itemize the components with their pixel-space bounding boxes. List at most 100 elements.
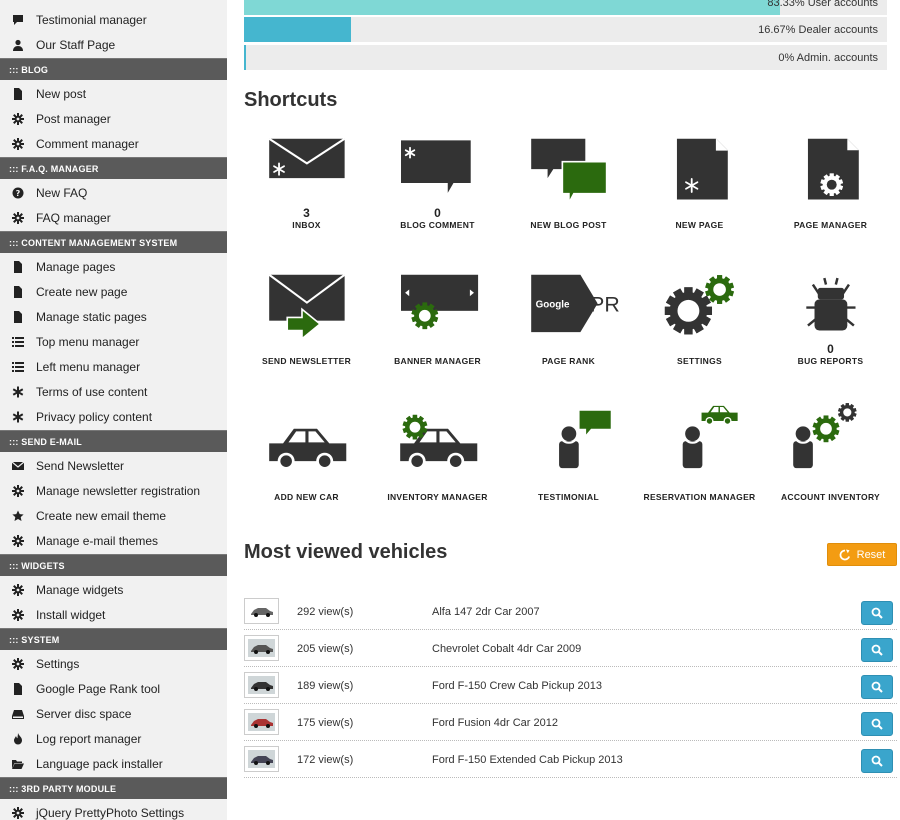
shortcut-label: ADD NEW CAR: [274, 492, 339, 502]
progress-fill: [244, 17, 352, 42]
file-icon: [11, 285, 25, 299]
google-logo-text: Google: [536, 300, 570, 311]
sidebar-item-label: Terms of use content: [36, 384, 148, 399]
shortcut-new-blog-post[interactable]: NEW BLOG POST: [503, 124, 634, 230]
shortcut-page-manager[interactable]: PAGE MANAGER: [765, 124, 896, 230]
shortcut-count: 3: [303, 206, 310, 220]
sidebar-item[interactable]: ? New FAQ: [0, 180, 227, 205]
sidebar-item[interactable]: Settings: [0, 651, 227, 676]
page-manager-icon: [807, 138, 859, 200]
sidebar-item[interactable]: New post: [0, 81, 227, 106]
view-vehicle-button[interactable]: [861, 749, 893, 773]
shortcuts-title: Shortcuts: [244, 89, 338, 111]
shortcut-blog-comment[interactable]: 0 BLOG COMMENT: [372, 124, 503, 230]
vehicle-thumbnail[interactable]: [244, 635, 279, 661]
folder-open-icon: [11, 757, 25, 771]
sidebar-item[interactable]: Post manager: [0, 106, 227, 131]
sidebar-item[interactable]: Server disc space: [0, 701, 227, 726]
sidebar-item[interactable]: Privacy policy content: [0, 404, 227, 429]
sidebar-item-label: Top menu manager: [36, 334, 140, 349]
testimonial-icon: [558, 410, 611, 469]
vehicle-name: Ford Fusion 4dr Car 2012: [432, 716, 558, 729]
shortcut-banner-manager[interactable]: BANNER MANAGER: [372, 260, 503, 366]
sidebar-item[interactable]: Manage newsletter registration: [0, 478, 227, 503]
sidebar-item[interactable]: FAQ manager: [0, 205, 227, 230]
view-vehicle-button[interactable]: [861, 712, 893, 736]
settings-icon: [664, 275, 735, 335]
sidebar: Testimonial manager Our Staff Page::: BLO…: [0, 0, 227, 820]
sidebar-section-header: ::: SEND E-MAIL: [0, 430, 227, 452]
sidebar-item[interactable]: Comment manager: [0, 131, 227, 156]
sidebar-item[interactable]: Our Staff Page: [0, 32, 227, 57]
shortcut-label: SETTINGS: [677, 356, 722, 366]
shortcut-new-page[interactable]: NEW PAGE: [634, 124, 765, 230]
shortcut-bug-reports[interactable]: 0 BUG REPORTS: [765, 260, 896, 366]
gear-icon: [11, 534, 25, 548]
sidebar-item[interactable]: Send Newsletter: [0, 453, 227, 478]
shortcut-label: PAGE MANAGER: [793, 220, 868, 230]
vehicle-thumbnail[interactable]: [244, 709, 279, 735]
sidebar-item[interactable]: Manage widgets: [0, 577, 227, 602]
file-icon: [11, 682, 25, 696]
reset-button[interactable]: Reset: [827, 543, 897, 566]
sidebar-item-label: Send Newsletter: [36, 458, 125, 473]
shortcut-testimonial[interactable]: TESTIMONIAL: [503, 396, 634, 502]
shortcut-reservation-manager[interactable]: RESERVATION MANAGER: [634, 396, 765, 502]
sidebar-item-label: Left menu manager: [36, 359, 141, 374]
shortcut-count: 0: [434, 206, 441, 220]
shortcut-count: [503, 342, 634, 356]
progress-fill: [244, 0, 780, 15]
vehicle-name: Chevrolet Cobalt 4dr Car 2009: [432, 642, 582, 655]
gear-icon: [11, 657, 25, 671]
vehicle-views: 292 view(s): [297, 605, 354, 618]
shortcut-send-newsletter[interactable]: SEND NEWSLETTER: [241, 260, 372, 366]
view-vehicle-button[interactable]: [861, 638, 893, 662]
sidebar-item[interactable]: Manage e-mail themes: [0, 528, 227, 553]
gear-icon: [11, 806, 25, 820]
table-row: 189 view(s) Ford F-150 Crew Cab Pickup 20…: [244, 667, 897, 704]
sidebar-item-label: Manage newsletter registration: [36, 483, 201, 498]
view-vehicle-button[interactable]: [861, 675, 893, 699]
sidebar-item-label: New post: [36, 86, 87, 101]
file-icon: [11, 87, 25, 101]
shortcut-count: [634, 206, 765, 220]
vehicle-thumbnail[interactable]: [244, 598, 279, 624]
sidebar-item[interactable]: Install widget: [0, 602, 227, 627]
sidebar-item-label: Language pack installer: [36, 756, 163, 771]
user-icon: [11, 38, 25, 52]
sidebar-item[interactable]: Language pack installer: [0, 751, 227, 776]
shortcut-label: BUG REPORTS: [797, 356, 864, 366]
shortcut-settings[interactable]: SETTINGS: [634, 260, 765, 366]
shortcut-inbox[interactable]: 3 INBOX: [241, 124, 372, 230]
sidebar-section-header: ::: F.A.Q. MANAGER: [0, 157, 227, 179]
account-progress-bar: 0% Admin. accounts: [244, 45, 887, 71]
sidebar-item[interactable]: Terms of use content: [0, 379, 227, 404]
shortcut-count: [241, 478, 372, 492]
shortcut-account-inventory[interactable]: ACCOUNT INVENTORY: [765, 396, 896, 502]
search-icon: [871, 681, 883, 693]
shortcut-count: [765, 478, 896, 492]
shortcut-inventory-manager[interactable]: INVENTORY MANAGER: [372, 396, 503, 502]
vehicle-thumbnail[interactable]: [244, 672, 279, 698]
sidebar-item[interactable]: jQuery PrettyPhoto Settings: [0, 800, 227, 820]
shortcut-add-new-car[interactable]: ADD NEW CAR: [241, 396, 372, 502]
vehicle-views: 175 view(s): [297, 716, 354, 729]
shortcut-count: [241, 342, 372, 356]
sidebar-item[interactable]: Create new page: [0, 279, 227, 304]
sidebar-item[interactable]: Manage pages: [0, 254, 227, 279]
vehicle-thumbnail[interactable]: [244, 746, 279, 772]
sidebar-item[interactable]: Create new email theme: [0, 503, 227, 528]
progress-label: 16.67% Dealer accounts: [758, 23, 878, 36]
shortcut-page-rank[interactable]: Google PR PAGE RANK: [503, 260, 634, 366]
sidebar-item[interactable]: Left menu manager: [0, 354, 227, 379]
sidebar-item[interactable]: Log report manager: [0, 726, 227, 751]
sidebar-item[interactable]: Manage static pages: [0, 304, 227, 329]
sidebar-item-label: Privacy policy content: [36, 409, 153, 424]
most-viewed-title: Most viewed vehicles: [244, 541, 448, 563]
gear-icon: [11, 211, 25, 225]
sidebar-item[interactable]: Testimonial manager: [0, 7, 227, 32]
sidebar-item-label: Post manager: [36, 111, 111, 126]
sidebar-item[interactable]: Top menu manager: [0, 329, 227, 354]
sidebar-item[interactable]: Google Page Rank tool: [0, 676, 227, 701]
view-vehicle-button[interactable]: [861, 601, 893, 625]
